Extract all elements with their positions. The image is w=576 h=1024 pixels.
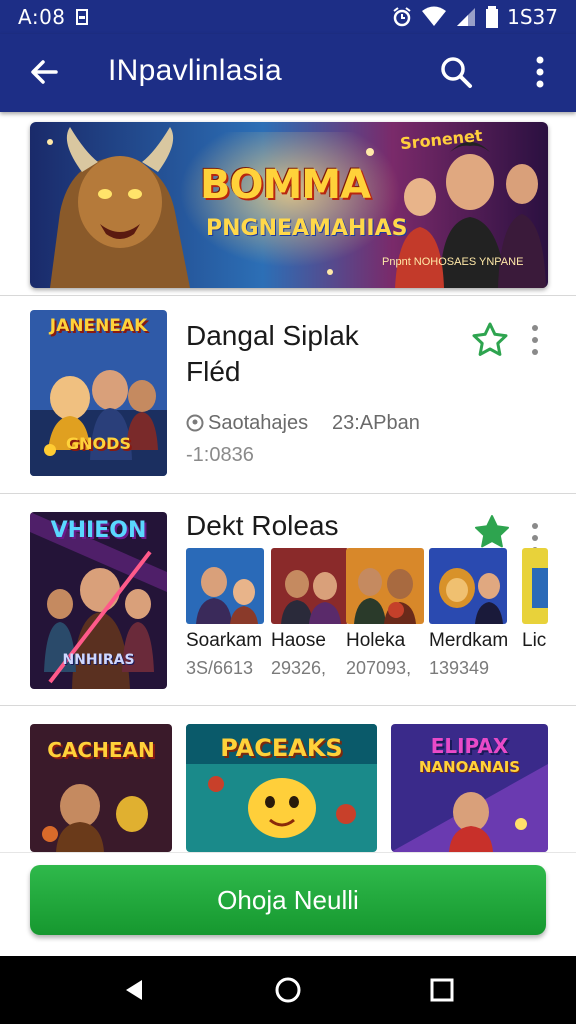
more-vertical-icon[interactable] bbox=[524, 52, 556, 92]
thumbnail-subtitle: NNHIRAS bbox=[62, 652, 135, 668]
tile-title: CACHEAN bbox=[47, 738, 155, 762]
status-icons: 1S37 bbox=[391, 5, 558, 29]
thumbnail-subtitle: GNODS bbox=[66, 434, 131, 453]
item-count: 3S/6613 bbox=[186, 658, 254, 678]
item-name: Lic bbox=[522, 630, 547, 651]
thumbnail-title: JANENEAK bbox=[49, 316, 148, 336]
signal-icon bbox=[457, 8, 476, 26]
game-tile-2[interactable]: PACEAKS bbox=[186, 724, 377, 852]
battery-icon bbox=[486, 6, 499, 28]
item-name: Holeka bbox=[346, 630, 406, 651]
recents-square-icon[interactable] bbox=[426, 974, 458, 1006]
item-count: 139349 bbox=[429, 658, 490, 678]
meta-left-text: Saotahajes bbox=[208, 412, 309, 434]
search-icon[interactable] bbox=[436, 52, 476, 92]
item-name: Soarkam bbox=[186, 630, 263, 651]
divider bbox=[0, 705, 576, 706]
home-circle-icon[interactable] bbox=[272, 974, 304, 1006]
back-triangle-icon[interactable] bbox=[118, 974, 150, 1006]
status-time: A:08 bbox=[18, 5, 66, 29]
page-title: INpavlinlasia bbox=[108, 54, 282, 87]
game-thumbnail-2[interactable]: VHIEON NNHIRAS bbox=[30, 512, 167, 689]
list-item[interactable]: Merdkam 139349 bbox=[429, 548, 509, 679]
game-meta-right: 23:APban bbox=[332, 412, 420, 434]
back-arrow-icon[interactable] bbox=[26, 54, 62, 90]
status-bar: A:08 1S37 bbox=[0, 0, 576, 34]
app-bar: INpavlinlasia bbox=[0, 34, 576, 112]
item-thumbnail bbox=[186, 548, 264, 624]
status-clock: 1S37 bbox=[507, 5, 558, 29]
list-item[interactable]: Soarkam 3S/6613 bbox=[186, 548, 264, 679]
system-navigation-bar bbox=[0, 956, 576, 1024]
banner-title: BOMMA bbox=[200, 162, 371, 208]
game-meta-count: -1:0836 bbox=[186, 444, 254, 466]
game-meta-left: Saotahajes bbox=[186, 412, 308, 435]
tile-title: PACEAKS bbox=[220, 734, 343, 762]
divider bbox=[0, 493, 576, 494]
item-thumbnail bbox=[522, 548, 548, 624]
thumbnail-title: VHIEON bbox=[50, 518, 147, 543]
banner-small-text: Pnpnt NOHOSAES YNPANE bbox=[382, 256, 524, 268]
item-thumbnail bbox=[429, 548, 507, 624]
favorite-star-filled-icon[interactable] bbox=[472, 512, 512, 552]
game-title-2: Dekt Roleas bbox=[186, 510, 339, 541]
featured-banner[interactable]: Sronenet BOMMA PNGNEAMAHIAS Pnpnt NOHOSA… bbox=[30, 122, 548, 288]
list-item[interactable]: Holeka 207093, bbox=[346, 548, 424, 679]
game-title-line1: Dangal Siplak bbox=[186, 320, 359, 351]
favorite-star-icon[interactable] bbox=[470, 320, 510, 360]
item-thumbnail bbox=[271, 548, 349, 624]
list-item[interactable]: Haose 29326, bbox=[271, 548, 349, 679]
primary-action-button[interactable]: Ohoja Neulli bbox=[30, 865, 546, 935]
alarm-icon bbox=[393, 7, 411, 27]
item-name: Haose bbox=[271, 630, 326, 651]
divider bbox=[0, 295, 576, 296]
item-count: 207093, bbox=[346, 658, 412, 678]
list-item[interactable]: Lic bbox=[522, 548, 576, 658]
game-title-line2: Fléd bbox=[186, 356, 241, 387]
game-tile-1[interactable]: CACHEAN bbox=[30, 724, 172, 852]
game-thumbnail-1[interactable]: JANENEAK GNODS bbox=[30, 310, 167, 476]
location-pin-icon bbox=[186, 414, 204, 432]
wifi-icon bbox=[422, 6, 447, 26]
content-feed[interactable]: Sronenet BOMMA PNGNEAMAHIAS Pnpnt NOHOSA… bbox=[0, 112, 576, 852]
cta-area: Ohoja Neulli bbox=[0, 852, 576, 956]
item-name: Merdkam bbox=[429, 630, 509, 651]
item-count: 29326, bbox=[271, 658, 327, 678]
game-tile-3[interactable]: ELIPAX NANOANAIS bbox=[391, 724, 548, 852]
tile-subtitle: NANOANAIS bbox=[418, 758, 521, 776]
game-title-1: Dangal Siplak Fléd bbox=[186, 318, 359, 390]
card-more-icon[interactable] bbox=[525, 320, 545, 360]
banner-subtitle: PNGNEAMAHIAS bbox=[206, 216, 408, 241]
tile-title: ELIPAX bbox=[430, 734, 509, 758]
item-thumbnail bbox=[346, 548, 424, 624]
notification-square-icon bbox=[75, 9, 88, 25]
